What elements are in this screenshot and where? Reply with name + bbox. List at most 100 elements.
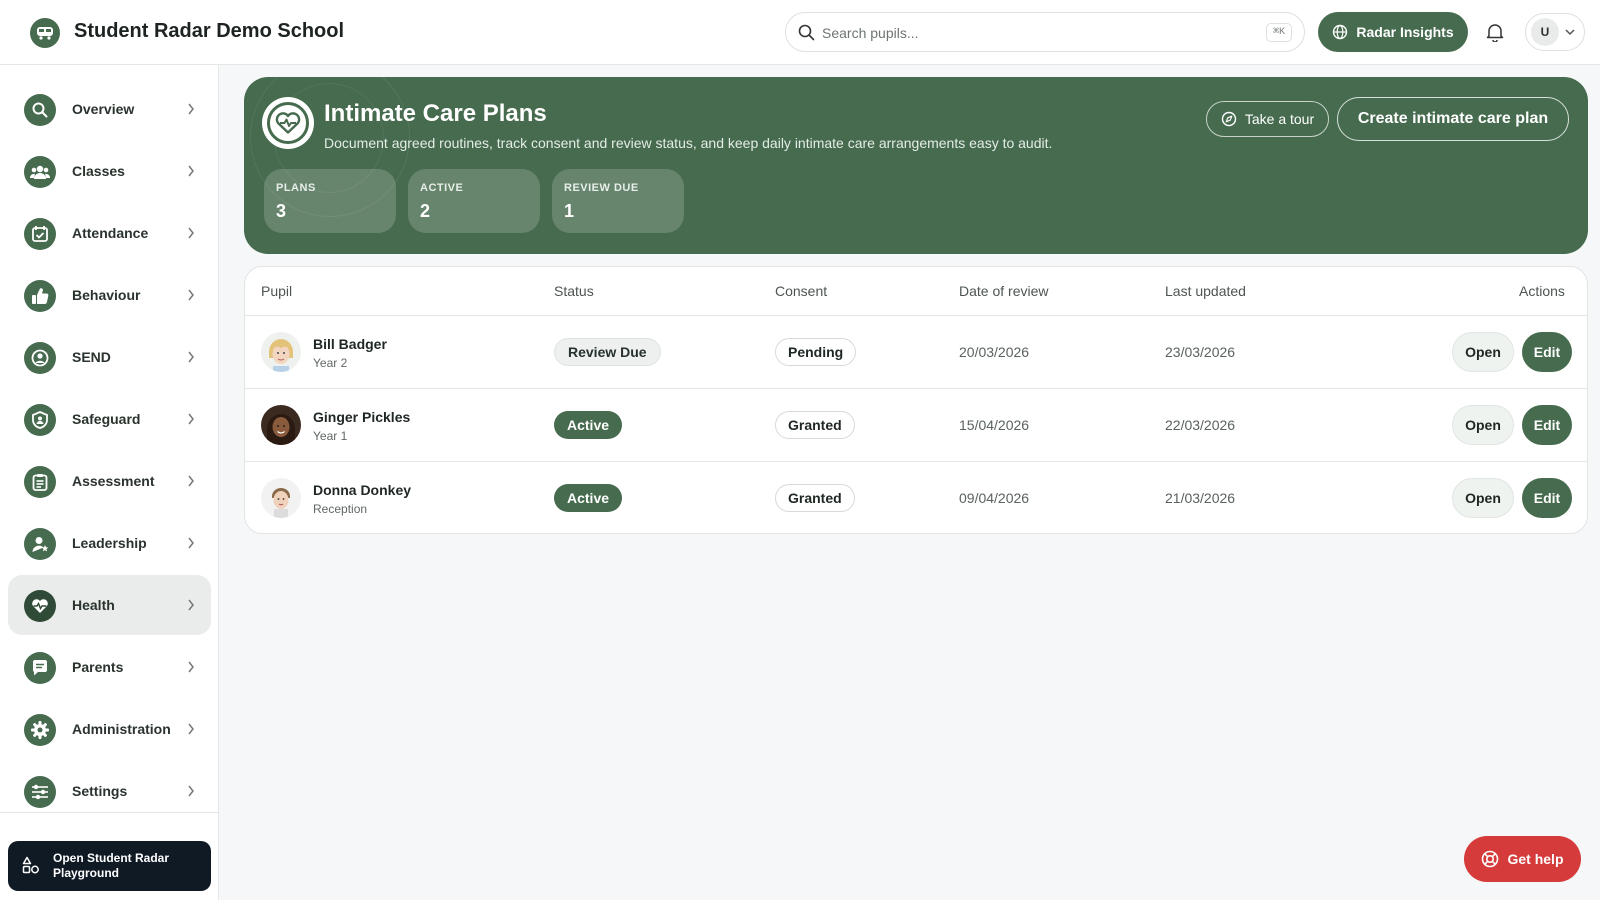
- lifebuoy-icon: [1482, 850, 1499, 868]
- pupil-name[interactable]: Bill Badger: [313, 336, 387, 352]
- school-name: Student Radar Demo School: [74, 20, 345, 42]
- pupil-year: Reception: [313, 502, 368, 516]
- sidebar-divider: [0, 812, 219, 813]
- open-button[interactable]: Open: [1452, 332, 1514, 372]
- chevron-right-icon: [188, 475, 194, 487]
- sidebar-item-label: Administration: [72, 721, 171, 737]
- sidebar-item-label: Health: [72, 597, 115, 613]
- avatar: [261, 405, 301, 445]
- review-date: 20/03/2026: [959, 344, 1030, 360]
- sidebar-item-overview[interactable]: Overview: [8, 79, 211, 139]
- chevron-right-icon: [188, 227, 194, 239]
- status-badge: Active: [554, 484, 623, 512]
- stat-card-review-due: REVIEW DUE 1: [552, 169, 684, 233]
- pupil-name[interactable]: Ginger Pickles: [313, 409, 410, 425]
- column-header-actions: Actions: [1519, 283, 1565, 299]
- radar-insights-label: Radar Insights: [1356, 24, 1454, 40]
- heart-pulse-icon: [24, 590, 56, 622]
- stat-value: 1: [564, 201, 575, 221]
- consent-badge: Granted: [775, 484, 855, 512]
- sidebar-item-label: Behaviour: [72, 287, 141, 303]
- get-help-button[interactable]: Get help: [1464, 836, 1581, 882]
- create-care-plan-button[interactable]: Create intimate care plan: [1337, 97, 1569, 141]
- sidebar-item-assessment[interactable]: Assessment: [8, 451, 211, 511]
- table-row[interactable]: Ginger Pickles Year 1 Active Granted 15/…: [245, 389, 1587, 462]
- avatar: [261, 478, 301, 518]
- thumbs-up-icon: [24, 280, 56, 312]
- consent-badge: Granted: [775, 411, 855, 439]
- shapes-icon: [22, 856, 39, 874]
- chevron-right-icon: [188, 537, 194, 549]
- search-input[interactable]: [822, 22, 1222, 44]
- column-header-status[interactable]: Status: [554, 283, 594, 299]
- open-button[interactable]: Open: [1452, 405, 1514, 445]
- stat-card-active: ACTIVE 2: [408, 169, 540, 233]
- calendar-check-icon: [24, 218, 56, 250]
- stat-value: 2: [420, 201, 431, 221]
- chat-icon: [24, 652, 56, 684]
- column-header-last-updated[interactable]: Last updated: [1165, 283, 1246, 299]
- take-tour-label: Take a tour: [1244, 111, 1315, 127]
- stat-label: REVIEW DUE: [564, 182, 639, 194]
- edit-button[interactable]: Edit: [1522, 478, 1572, 518]
- sidebar-item-label: Overview: [72, 101, 135, 117]
- user-menu[interactable]: U: [1525, 13, 1585, 51]
- sidebar-item-behaviour[interactable]: Behaviour: [8, 265, 211, 325]
- edit-button[interactable]: Edit: [1522, 405, 1572, 445]
- page-subtitle: Document agreed routines, track consent …: [324, 135, 1053, 151]
- pupil-name[interactable]: Donna Donkey: [313, 482, 411, 498]
- status-badge: Review Due: [554, 338, 661, 366]
- bell-icon[interactable]: [1486, 22, 1504, 42]
- chevron-right-icon: [188, 351, 194, 363]
- search-shortcut: ⌘K: [1265, 23, 1292, 42]
- table-row[interactable]: Donna Donkey Reception Active Granted 09…: [245, 462, 1587, 533]
- gear-icon: [24, 714, 56, 746]
- review-date: 15/04/2026: [959, 417, 1030, 433]
- sidebar: Overview Classes Attendance Behaviour SE…: [0, 65, 219, 900]
- clipboard-icon: [24, 466, 56, 498]
- sidebar-item-classes[interactable]: Classes: [8, 141, 211, 201]
- open-button[interactable]: Open: [1452, 478, 1514, 518]
- column-header-review-date[interactable]: Date of review: [959, 283, 1048, 299]
- last-updated-date: 23/03/2026: [1165, 344, 1236, 360]
- user-star-icon: [24, 528, 56, 560]
- sidebar-item-label: Parents: [72, 659, 124, 675]
- stat-label: ACTIVE: [420, 182, 464, 194]
- sidebar-item-label: Leadership: [72, 535, 147, 551]
- avatar: [261, 332, 301, 372]
- sidebar-item-label: Assessment: [72, 473, 155, 489]
- column-header-pupil[interactable]: Pupil: [261, 283, 292, 299]
- get-help-label: Get help: [1507, 851, 1564, 867]
- sidebar-item-label: Settings: [72, 783, 128, 799]
- sidebar-item-leadership[interactable]: Leadership: [8, 513, 211, 573]
- radar-insights-button[interactable]: Radar Insights: [1318, 12, 1468, 52]
- sliders-icon: [24, 776, 56, 808]
- chevron-right-icon: [188, 165, 194, 177]
- chevron-right-icon: [188, 289, 194, 301]
- column-header-consent[interactable]: Consent: [775, 283, 827, 299]
- user-circle-icon: [24, 342, 56, 374]
- sidebar-item-health[interactable]: Health: [8, 575, 211, 635]
- edit-button[interactable]: Edit: [1522, 332, 1572, 372]
- sidebar-item-send[interactable]: SEND: [8, 327, 211, 387]
- pupil-year: Year 2: [313, 356, 348, 370]
- users-icon: [24, 156, 56, 188]
- sidebar-item-parents[interactable]: Parents: [8, 637, 211, 697]
- table-row[interactable]: Bill Badger Year 2 Review Due Pending 20…: [245, 316, 1587, 389]
- chevron-right-icon: [188, 413, 194, 425]
- page-title: Intimate Care Plans: [324, 100, 547, 127]
- sidebar-item-attendance[interactable]: Attendance: [8, 203, 211, 263]
- sidebar-item-safeguard[interactable]: Safeguard: [8, 389, 211, 449]
- sidebar-item-label: Attendance: [72, 225, 149, 241]
- chevron-right-icon: [188, 599, 194, 611]
- stat-label: PLANS: [276, 182, 316, 194]
- take-tour-button[interactable]: Take a tour: [1206, 101, 1329, 137]
- chevron-right-icon: [188, 661, 194, 673]
- compass-icon: [1221, 111, 1237, 127]
- shield-icon: [24, 404, 56, 436]
- open-playground-button[interactable]: Open Student Radar Playground: [8, 841, 211, 891]
- search-bar[interactable]: ⌘K: [785, 12, 1305, 52]
- sidebar-item-administration[interactable]: Administration: [8, 699, 211, 759]
- bus-icon: [37, 27, 53, 40]
- school-logo[interactable]: [30, 18, 60, 48]
